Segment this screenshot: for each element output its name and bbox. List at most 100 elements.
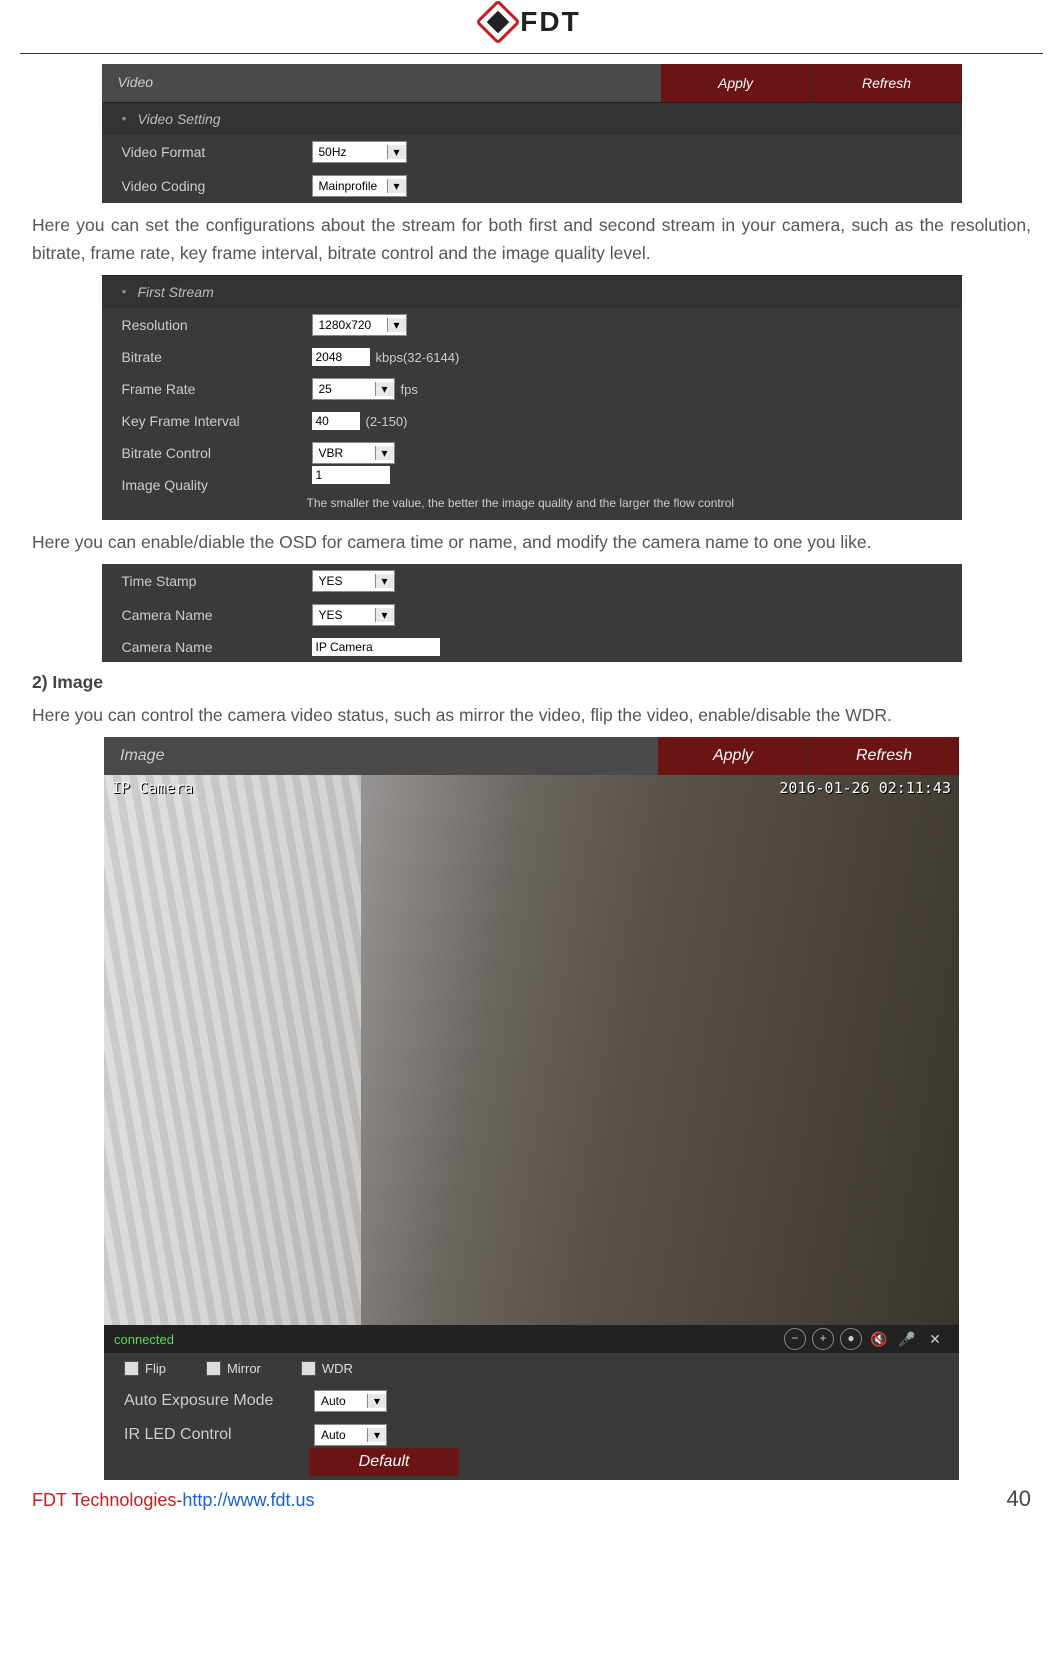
input-camname[interactable]: IP Camera (312, 638, 440, 656)
select-irled[interactable]: Auto ▾ (314, 1424, 387, 1446)
hint-imgquality: The smaller the value, the better the im… (102, 494, 962, 520)
row-resolution: Resolution 1280x720 ▾ (102, 308, 962, 342)
mic-mute-icon[interactable]: 🎤 (896, 1330, 918, 1348)
select-video-coding[interactable]: Mainprofile ▾ (312, 175, 407, 197)
video-status-bar: connected − + ● 🔇 🎤 ✕ (104, 1325, 959, 1353)
row-camname-select: Camera Name YES ▾ (102, 598, 962, 632)
paragraph-stream-intro: Here you can set the configurations abou… (32, 211, 1031, 267)
row-video-coding: Video Coding Mainprofile ▾ (102, 169, 962, 203)
input-imgquality[interactable]: 1 (312, 466, 390, 484)
page-number: 40 (1007, 1486, 1031, 1512)
label-camname-text: Camera Name (122, 639, 312, 655)
brand-logo: FDT (482, 6, 580, 38)
label-resolution: Resolution (122, 317, 312, 333)
default-button[interactable]: Default (309, 1448, 459, 1476)
checkbox-mirror[interactable]: Mirror (206, 1361, 261, 1376)
label-bitratectrl: Bitrate Control (122, 445, 312, 461)
header-rule (20, 53, 1043, 54)
chevron-down-icon: ▾ (367, 1428, 386, 1442)
tools-icon[interactable]: ✕ (924, 1330, 946, 1348)
row-bitratectrl: Bitrate Control VBR ▾ (102, 436, 962, 470)
suffix-bitrate: kbps(32-6144) (376, 350, 460, 365)
chevron-down-icon: ▾ (375, 446, 394, 460)
image-panel-header: Image Apply Refresh (104, 737, 959, 775)
select-video-format[interactable]: 50Hz ▾ (312, 141, 407, 163)
select-timestamp[interactable]: YES ▾ (312, 570, 395, 592)
zoom-out-icon[interactable]: − (784, 1328, 806, 1350)
footer-company: FDT Technologies- (32, 1490, 182, 1510)
checkbox-row: Flip Mirror WDR (104, 1353, 959, 1384)
chevron-down-icon: ▾ (367, 1394, 386, 1408)
label-video-format: Video Format (122, 144, 312, 160)
label-bitrate: Bitrate (122, 349, 312, 365)
checkbox-icon (206, 1361, 221, 1376)
apply-button[interactable]: Apply (661, 64, 812, 102)
label-exposure: Auto Exposure Mode (124, 1392, 314, 1410)
osd-timestamp: 2016-01-26 02:11:43 (779, 779, 951, 797)
page-header: FDT (20, 0, 1043, 49)
chevron-down-icon: ▾ (375, 608, 394, 622)
select-bitratectrl[interactable]: VBR ▾ (312, 442, 395, 464)
chevron-down-icon: ▾ (387, 179, 406, 193)
record-icon[interactable]: ● (840, 1328, 862, 1350)
label-framerate: Frame Rate (122, 381, 312, 397)
osd-panel: Time Stamp YES ▾ Camera Name YES ▾ Camer… (102, 564, 962, 662)
video-panel: Video Apply Refresh Video Setting Video … (102, 64, 962, 203)
page-footer: FDT Technologies-http://www.fdt.us 40 (32, 1486, 1031, 1512)
chevron-down-icon: ▾ (375, 382, 394, 396)
image-panel-title: Image (104, 737, 658, 775)
row-video-format: Video Format 50Hz ▾ (102, 135, 962, 169)
section-video-setting: Video Setting (102, 102, 962, 135)
speaker-mute-icon[interactable]: 🔇 (868, 1330, 890, 1348)
row-imgquality: Image Quality 1 (102, 470, 962, 494)
select-framerate[interactable]: 25 ▾ (312, 378, 395, 400)
checkbox-icon (301, 1361, 316, 1376)
chevron-down-icon: ▾ (387, 145, 406, 159)
scene-background (104, 775, 361, 1325)
label-irled: IR LED Control (124, 1426, 314, 1444)
brand-text: FDT (520, 6, 580, 38)
logo-icon (476, 0, 521, 45)
label-keyframe: Key Frame Interval (122, 413, 312, 429)
suffix-keyframe: (2-150) (366, 414, 408, 429)
row-framerate: Frame Rate 25 ▾ fps (102, 372, 962, 406)
zoom-in-icon[interactable]: + (812, 1328, 834, 1350)
paragraph-osd-intro: Here you can enable/diable the OSD for c… (32, 528, 1031, 556)
row-irled: IR LED Control Auto ▾ (104, 1418, 959, 1448)
heading-image: 2) Image (32, 672, 1031, 693)
row-keyframe: Key Frame Interval 40 (2-150) (102, 406, 962, 436)
image-panel: Image Apply Refresh IP Camera 2016-01-26… (104, 737, 959, 1480)
select-camname[interactable]: YES ▾ (312, 604, 395, 626)
label-imgquality: Image Quality (122, 477, 312, 493)
refresh-button[interactable]: Refresh (812, 64, 962, 102)
input-bitrate[interactable]: 2048 (312, 348, 370, 366)
footer-url[interactable]: http://www.fdt.us (182, 1490, 314, 1510)
panel-title: Video (102, 64, 661, 102)
label-video-coding: Video Coding (122, 178, 312, 194)
select-resolution[interactable]: 1280x720 ▾ (312, 314, 407, 336)
chevron-down-icon: ▾ (375, 574, 394, 588)
checkbox-wdr[interactable]: WDR (301, 1361, 353, 1376)
row-exposure: Auto Exposure Mode Auto ▾ (104, 1384, 959, 1418)
label-timestamp: Time Stamp (122, 573, 312, 589)
bullet-icon (122, 283, 130, 291)
footer-left: FDT Technologies-http://www.fdt.us (32, 1490, 314, 1511)
row-timestamp: Time Stamp YES ▾ (102, 564, 962, 598)
suffix-framerate: fps (401, 382, 418, 397)
osd-camera-name: IP Camera (112, 779, 193, 797)
connection-status: connected (114, 1332, 781, 1347)
row-bitrate: Bitrate 2048 kbps(32-6144) (102, 342, 962, 372)
bullet-icon (122, 110, 130, 118)
label-camname-select: Camera Name (122, 607, 312, 623)
video-preview: IP Camera 2016-01-26 02:11:43 (104, 775, 959, 1325)
chevron-down-icon: ▾ (387, 318, 406, 332)
paragraph-image-intro: Here you can control the camera video st… (32, 701, 1031, 729)
refresh-button[interactable]: Refresh (809, 737, 959, 775)
first-stream-panel: First Stream Resolution 1280x720 ▾ Bitra… (102, 275, 962, 520)
input-keyframe[interactable]: 40 (312, 412, 360, 430)
panel-header: Video Apply Refresh (102, 64, 962, 102)
select-exposure[interactable]: Auto ▾ (314, 1390, 387, 1412)
section-first-stream: First Stream (102, 275, 962, 308)
checkbox-flip[interactable]: Flip (124, 1361, 166, 1376)
apply-button[interactable]: Apply (658, 737, 809, 775)
